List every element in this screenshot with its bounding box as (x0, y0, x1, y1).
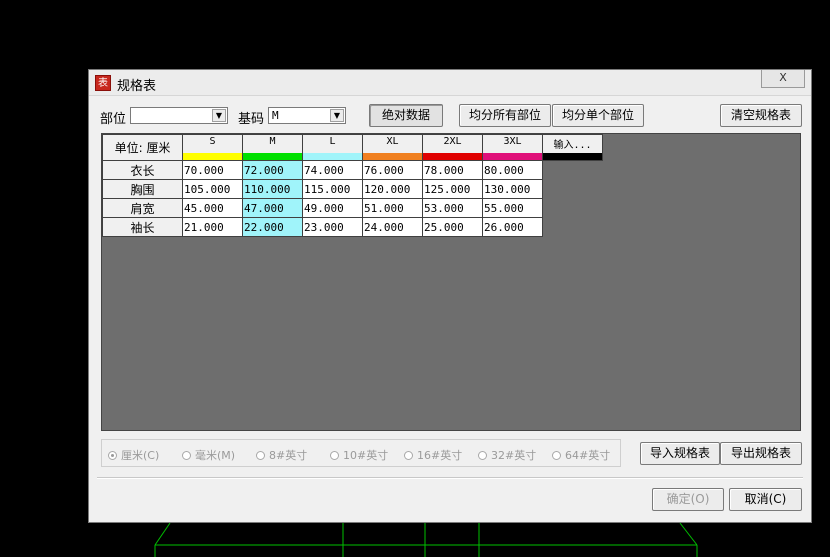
radio-selected-icon (108, 451, 117, 460)
average-all-parts-button[interactable]: 均分所有部位 (459, 104, 551, 127)
base-size-label: 基码 (238, 112, 265, 127)
table-cell[interactable]: 45.000 (182, 198, 243, 218)
size-header-m[interactable]: M (242, 134, 303, 161)
radio-icon (404, 451, 413, 460)
row-header[interactable]: 袖长 (102, 217, 183, 237)
divider (97, 477, 803, 479)
table-cell[interactable]: 120.000 (362, 179, 423, 199)
table-header-row: 单位: 厘米 S M L XL 2XL 3XL 输入... (102, 134, 603, 161)
table-cell[interactable]: 130.000 (482, 179, 543, 199)
table-cell[interactable]: 74.000 (302, 160, 363, 180)
table-cell[interactable]: 70.000 (182, 160, 243, 180)
radio-16-inch[interactable]: 16#英寸 (404, 447, 462, 463)
table-row: 肩宽 45.000 47.000 49.000 51.000 53.000 55… (102, 198, 603, 218)
table-cell[interactable]: 78.000 (422, 160, 483, 180)
table-cell[interactable]: 53.000 (422, 198, 483, 218)
radio-10-inch[interactable]: 10#英寸 (330, 447, 388, 463)
chevron-down-icon[interactable]: ▼ (330, 109, 344, 122)
radio-icon (552, 451, 561, 460)
row-header[interactable]: 胸围 (102, 179, 183, 199)
spec-table-dialog: 表 规格表 X 部位 ▼ 基码 M ▼ 绝对数据 均分所有部位 均分单个部位 清… (88, 69, 812, 523)
radio-icon (478, 451, 487, 460)
spec-grid: 单位: 厘米 S M L XL 2XL 3XL 输入... 衣长 70.000 … (101, 133, 801, 431)
size-header-xl[interactable]: XL (362, 134, 423, 161)
table-cell[interactable]: 125.000 (422, 179, 483, 199)
row-header[interactable]: 衣长 (102, 160, 183, 180)
part-label: 部位 (100, 112, 127, 127)
cancel-button[interactable]: 取消(C) (729, 488, 802, 511)
table-cell[interactable]: 76.000 (362, 160, 423, 180)
title-bar[interactable]: 表 规格表 X (89, 70, 811, 96)
absolute-data-button[interactable]: 绝对数据 (369, 104, 443, 127)
import-spec-button[interactable]: 导入规格表 (640, 442, 720, 465)
table-cell[interactable]: 26.000 (482, 217, 543, 237)
size-header-input[interactable]: 输入... (542, 134, 603, 161)
radio-mm[interactable]: 毫米(M) (182, 447, 235, 463)
table-cell[interactable]: 23.000 (302, 217, 363, 237)
table-row: 衣长 70.000 72.000 74.000 76.000 78.000 80… (102, 160, 603, 180)
table-cell[interactable]: 110.000 (242, 179, 303, 199)
radio-icon (182, 451, 191, 460)
base-size-combo[interactable]: M ▼ (268, 107, 346, 124)
table-cell[interactable]: 24.000 (362, 217, 423, 237)
table-cell[interactable]: 21.000 (182, 217, 243, 237)
table-cell[interactable]: 72.000 (242, 160, 303, 180)
table-cell[interactable]: 80.000 (482, 160, 543, 180)
export-spec-button[interactable]: 导出规格表 (720, 442, 802, 465)
row-header[interactable]: 肩宽 (102, 198, 183, 218)
average-single-part-button[interactable]: 均分单个部位 (552, 104, 644, 127)
clear-spec-table-button[interactable]: 清空规格表 (720, 104, 802, 127)
table-cell[interactable]: 55.000 (482, 198, 543, 218)
table-cell[interactable]: 115.000 (302, 179, 363, 199)
table-cell[interactable]: 105.000 (182, 179, 243, 199)
radio-icon (256, 451, 265, 460)
spec-table: 单位: 厘米 S M L XL 2XL 3XL 输入... 衣长 70.000 … (102, 134, 603, 237)
table-row: 胸围 105.000 110.000 115.000 120.000 125.0… (102, 179, 603, 199)
size-header-3xl[interactable]: 3XL (482, 134, 543, 161)
table-cell[interactable]: 25.000 (422, 217, 483, 237)
radio-8-inch[interactable]: 8#英寸 (256, 447, 307, 463)
part-combo[interactable]: ▼ (130, 107, 228, 124)
close-button[interactable]: X (761, 70, 805, 88)
size-header-s[interactable]: S (182, 134, 243, 161)
window-title: 规格表 (117, 79, 157, 94)
table-cell[interactable]: 51.000 (362, 198, 423, 218)
size-header-2xl[interactable]: 2XL (422, 134, 483, 161)
unit-radio-group: 厘米(C) 毫米(M) 8#英寸 10#英寸 16#英寸 32#英寸 64#英寸 (101, 439, 621, 467)
ok-button[interactable]: 确定(O) (652, 488, 724, 511)
size-header-l[interactable]: L (302, 134, 363, 161)
chevron-down-icon[interactable]: ▼ (212, 109, 226, 122)
table-cell[interactable]: 47.000 (242, 198, 303, 218)
base-size-value: M (272, 109, 279, 122)
table-cell[interactable]: 22.000 (242, 217, 303, 237)
radio-64-inch[interactable]: 64#英寸 (552, 447, 610, 463)
app-seal-icon: 表 (95, 75, 111, 91)
radio-32-inch[interactable]: 32#英寸 (478, 447, 536, 463)
unit-header: 单位: 厘米 (102, 134, 183, 161)
radio-icon (330, 451, 339, 460)
table-cell[interactable]: 49.000 (302, 198, 363, 218)
radio-cm[interactable]: 厘米(C) (108, 447, 159, 463)
table-row: 袖长 21.000 22.000 23.000 24.000 25.000 26… (102, 217, 603, 237)
